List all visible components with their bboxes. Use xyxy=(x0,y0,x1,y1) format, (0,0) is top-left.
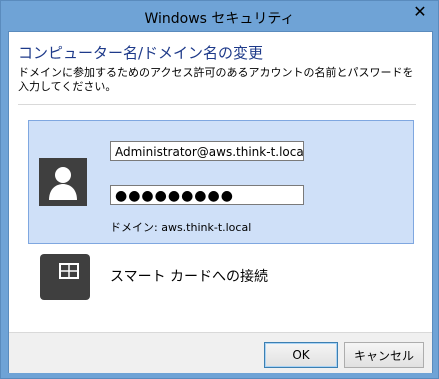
close-icon: ✕ xyxy=(413,2,427,21)
smart-card-option[interactable]: スマート カードへの接続 xyxy=(28,248,412,308)
username-field[interactable]: Administrator@aws.think-t.local xyxy=(110,141,304,161)
dialog-content: コンピューター名/ドメイン名の変更 ドメインに参加するためのアクセス許可のあるア… xyxy=(8,31,433,373)
page-title: コンピューター名/ドメイン名の変更 xyxy=(18,44,264,62)
credential-tile-selected[interactable]: Administrator@aws.think-t.local ●●●●●●●●… xyxy=(28,120,414,244)
divider xyxy=(18,104,416,105)
ok-button[interactable]: OK xyxy=(264,342,338,368)
password-field[interactable]: ●●●●●●●●● xyxy=(110,185,304,205)
user-icon xyxy=(39,158,87,206)
smart-card-icon xyxy=(40,254,90,300)
cancel-button[interactable]: キャンセル xyxy=(344,342,424,368)
title-bar[interactable]: Windows セキュリティ ✕ xyxy=(1,1,438,31)
close-button[interactable]: ✕ xyxy=(410,2,430,22)
security-dialog: Windows セキュリティ ✕ コンピューター名/ドメイン名の変更 ドメインに… xyxy=(0,0,439,379)
domain-label: ドメイン: aws.think-t.local xyxy=(110,221,252,234)
button-bar: OK キャンセル xyxy=(9,332,432,373)
instruction-text: ドメインに参加するためのアクセス許可のあるアカウントの名前とパスワードを入力して… xyxy=(18,66,414,93)
window-title: Windows セキュリティ xyxy=(144,11,295,27)
smart-card-label: スマート カードへの接続 xyxy=(110,269,269,285)
